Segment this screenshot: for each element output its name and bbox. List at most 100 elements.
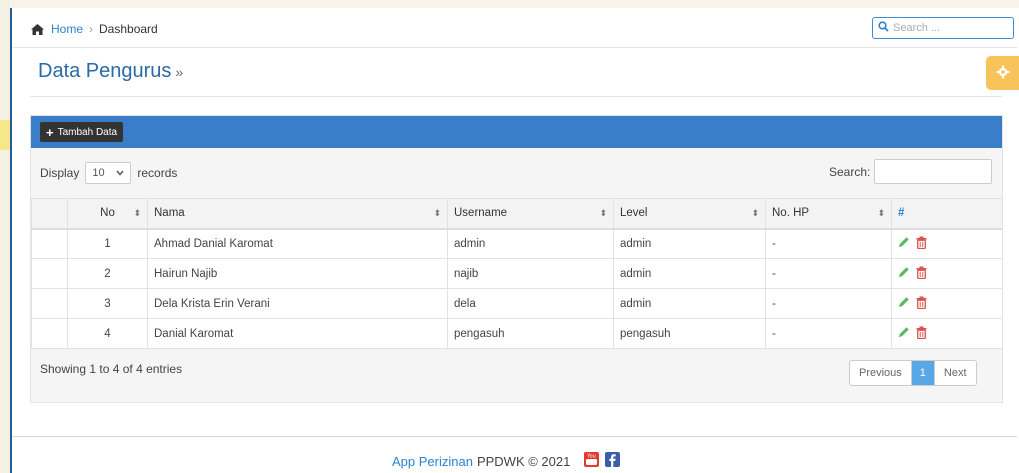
column-header-label: Username [454, 207, 508, 220]
sort-icon: ⬍ [133, 208, 141, 218]
footer-app-link[interactable]: App Perizinan [392, 454, 473, 469]
cell-username: dela [447, 288, 614, 319]
footer: App Perizinan PPDWK © 2021 You [392, 452, 621, 470]
table-row: 3 Dela Krista Erin Verani dela admin - [31, 288, 1003, 319]
cell-no-hp: - [765, 258, 892, 289]
title-divider [30, 96, 1002, 97]
cell-no: 1 [67, 228, 148, 259]
pencil-icon[interactable] [898, 236, 910, 251]
chevron-down-icon [116, 167, 124, 179]
cell-nama: Ahmad Danial Karomat [147, 228, 448, 259]
row-blank-cell [31, 318, 68, 349]
sort-icon: ⬍ [877, 208, 885, 218]
plus-icon: + [46, 124, 54, 140]
page-title-suffix: » [175, 64, 184, 80]
cell-no: 4 [67, 318, 148, 349]
breadcrumb-current: Dashboard [99, 22, 158, 36]
breadcrumb: Home › Dashboard [30, 22, 158, 36]
column-header-label: No. HP [772, 207, 810, 220]
home-icon[interactable] [30, 23, 45, 36]
cell-no: 3 [67, 288, 148, 319]
cell-level: pengasuh [613, 318, 766, 349]
page-length-value: 10 [92, 167, 105, 179]
table-row: 2 Hairun Najib najib admin - [31, 258, 1003, 289]
pagination-page[interactable]: 1 [911, 361, 935, 385]
top-bar: Home › Dashboard [12, 10, 1017, 48]
sort-icon: ⬍ [599, 208, 607, 218]
cell-level: admin [613, 288, 766, 319]
table-search-input[interactable] [874, 159, 993, 184]
cell-actions [891, 258, 1003, 289]
facebook-icon[interactable] [605, 452, 621, 470]
row-blank-cell [31, 288, 68, 319]
table-row: 4 Danial Karomat pengasuh pengasuh - [31, 318, 1003, 349]
cell-no-hp: - [765, 288, 892, 319]
data-panel: + Tambah Data Display 10 records Search:… [30, 115, 1003, 403]
pagination-previous[interactable]: Previous [850, 361, 912, 385]
svg-text:You: You [587, 454, 597, 460]
settings-button[interactable] [986, 56, 1019, 90]
column-header-label: Nama [154, 207, 185, 220]
pagination-next[interactable]: Next [935, 361, 976, 385]
sort-icon: ⬍ [751, 208, 759, 218]
gear-icon [996, 65, 1010, 82]
column-header-label: Level [620, 207, 648, 220]
trash-icon[interactable] [916, 236, 927, 252]
column-header-nama[interactable]: Nama ⬍ [147, 198, 448, 230]
column-header-actions: # [891, 198, 1003, 230]
add-data-button[interactable]: + Tambah Data [40, 122, 124, 142]
table-header-row: No ⬍ Nama ⬍ Username ⬍ Level ⬍ No. HP ⬍ # [31, 198, 1003, 230]
cell-nama: Hairun Najib [147, 258, 448, 289]
cell-actions [891, 288, 1003, 319]
column-header-label: No [100, 207, 115, 220]
column-header-no[interactable]: No ⬍ [67, 198, 148, 230]
youtube-icon[interactable]: You [584, 452, 600, 470]
cell-nama: Danial Karomat [147, 318, 448, 349]
row-blank-cell [31, 228, 68, 259]
row-actions [898, 296, 996, 312]
trash-icon[interactable] [916, 326, 927, 342]
trash-icon[interactable] [916, 266, 927, 282]
table-row: 1 Ahmad Danial Karomat admin admin - [31, 228, 1003, 259]
search-icon [878, 21, 889, 35]
column-header-no-hp[interactable]: No. HP ⬍ [765, 198, 892, 230]
page-length-select[interactable]: 10 [85, 162, 132, 184]
cell-actions [891, 318, 1003, 349]
breadcrumb-separator: › [89, 22, 94, 36]
records-label: records [137, 166, 178, 180]
cell-no: 2 [67, 258, 148, 289]
page-length-control: Display 10 records [40, 162, 177, 184]
page-title-text: Data Pengurus [38, 60, 172, 82]
display-label: Display [40, 166, 80, 180]
sort-icon: ⬍ [433, 208, 441, 218]
pengurus-table: No ⬍ Nama ⬍ Username ⬍ Level ⬍ No. HP ⬍ # 1 A… [31, 198, 1003, 349]
global-search[interactable] [872, 17, 1014, 39]
row-blank-cell [31, 258, 68, 289]
cell-username: najib [447, 258, 614, 289]
pencil-icon[interactable] [898, 266, 910, 281]
row-actions [898, 266, 996, 282]
breadcrumb-home-link[interactable]: Home [51, 22, 83, 36]
table-search-label: Search: [829, 164, 871, 179]
cell-no-hp: - [765, 318, 892, 349]
pagination: Previous 1 Next [849, 360, 977, 386]
cell-no-hp: - [765, 228, 892, 259]
column-header-blank [31, 198, 68, 230]
pencil-icon[interactable] [898, 296, 910, 311]
trash-icon[interactable] [916, 296, 927, 312]
add-data-label: Tambah Data [57, 126, 118, 138]
cell-level: admin [613, 258, 766, 289]
pencil-icon[interactable] [898, 326, 910, 341]
background-left [0, 0, 10, 473]
footer-org: PPDWK © 2021 [476, 453, 571, 469]
row-actions [898, 326, 996, 342]
cell-username: admin [447, 228, 614, 259]
search-input[interactable] [893, 22, 1003, 34]
background-top [10, 0, 1019, 8]
column-header-level[interactable]: Level ⬍ [613, 198, 766, 230]
panel-header: + Tambah Data [31, 116, 1002, 148]
column-header-label: # [898, 207, 905, 220]
cell-level: admin [613, 228, 766, 259]
column-header-username[interactable]: Username ⬍ [447, 198, 614, 230]
background-accent [0, 120, 10, 150]
